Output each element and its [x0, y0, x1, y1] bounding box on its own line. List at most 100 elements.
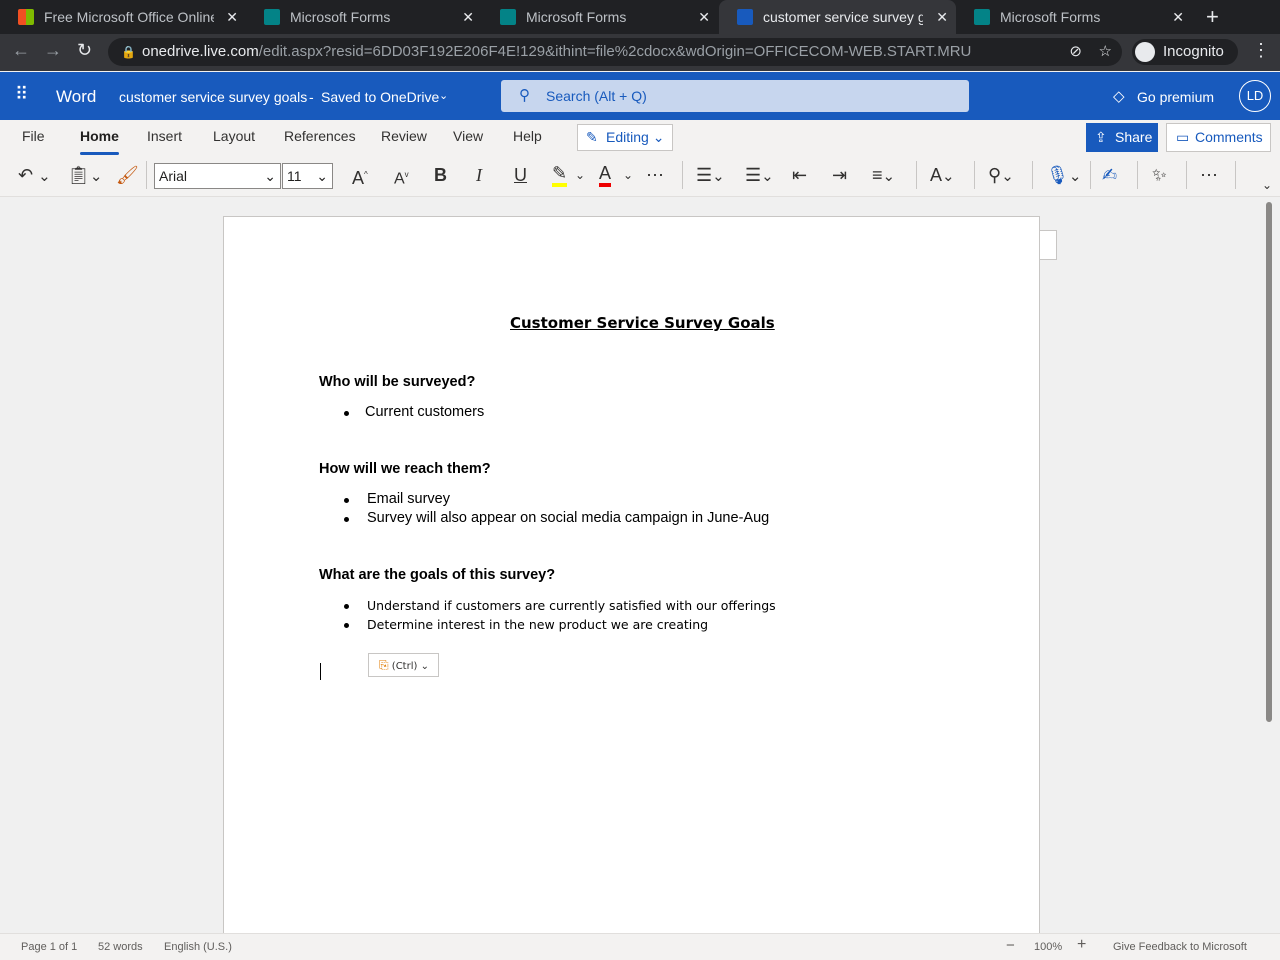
microsoft-logo-icon	[18, 9, 34, 25]
numbering-icon[interactable]: ☰⌄	[745, 163, 774, 189]
more-options-icon[interactable]: ⋯	[1200, 163, 1218, 187]
browser-tab[interactable]: Microsoft Forms ✕	[482, 0, 718, 34]
editing-mode-button[interactable]: ✎ Editing ⌄	[577, 124, 673, 151]
text-cursor	[320, 663, 321, 680]
more-font-options-icon[interactable]: ⋯	[646, 163, 664, 187]
browser-tab[interactable]: Microsoft Forms ✕	[956, 0, 1192, 34]
document-title[interactable]: customer service survey goals	[119, 89, 307, 105]
expand-ribbon-icon[interactable]: ⌄	[1262, 173, 1272, 197]
bullets-icon[interactable]: ☰⌄	[696, 163, 725, 189]
forms-icon	[264, 9, 280, 25]
word-icon	[737, 9, 753, 25]
go-premium-button[interactable]: Go premium	[1137, 89, 1214, 105]
close-tab-icon[interactable]: ✕	[1172, 0, 1184, 34]
undo-icon[interactable]: ↶ ⌄	[18, 163, 51, 189]
feedback-link[interactable]: Give Feedback to Microsoft	[1113, 941, 1247, 953]
tab-file[interactable]: File	[22, 128, 45, 144]
pencil-icon: ✎	[586, 129, 598, 145]
tab-home[interactable]: Home	[80, 128, 119, 155]
bullet-item: Understand if customers are currently sa…	[367, 598, 776, 613]
zoom-in-icon[interactable]: +	[1077, 936, 1086, 954]
chevron-down-icon: ⌄	[316, 168, 328, 184]
close-tab-icon[interactable]: ✕	[936, 0, 948, 34]
browser-tab[interactable]: Microsoft Forms ✕	[246, 0, 482, 34]
chevron-down-icon[interactable]: ⌄	[575, 163, 585, 187]
grow-font-icon[interactable]: A^	[352, 163, 368, 190]
reload-icon[interactable]: ↻	[77, 40, 92, 61]
share-icon: ⇪	[1095, 129, 1107, 145]
forward-icon[interactable]: →	[44, 40, 62, 61]
incognito-badge[interactable]: Incognito	[1132, 39, 1238, 65]
tab-help[interactable]: Help	[513, 128, 542, 144]
designer-icon[interactable]: ✨︎	[1152, 163, 1167, 187]
new-tab-button[interactable]: +	[1206, 4, 1219, 30]
word-count[interactable]: 52 words	[98, 941, 143, 953]
document-canvas: Customer Service Survey Goals Who will b…	[0, 197, 1264, 933]
document-page[interactable]: Customer Service Survey Goals Who will b…	[223, 216, 1040, 933]
section-heading: Who will be surveyed?	[319, 374, 476, 390]
status-bar: Page 1 of 1 52 words English (U.S.) − 10…	[0, 933, 1280, 960]
url-input[interactable]: 🔒 onedrive.live.com/edit.aspx?resid=6DD03…	[108, 38, 1122, 66]
chevron-down-icon: ⌄	[264, 168, 276, 184]
dictate-icon[interactable]: 🎙︎⌄	[1046, 163, 1081, 189]
bullet-item: Determine interest in the new product we…	[367, 617, 709, 632]
chevron-down-icon[interactable]: ⌄	[623, 163, 633, 187]
chevron-down-icon[interactable]: ⌄	[439, 89, 448, 102]
tab-review[interactable]: Review	[381, 128, 427, 144]
underline-icon[interactable]: U	[514, 163, 527, 187]
search-input[interactable]: ⚲ Search (Alt + Q)	[501, 80, 969, 112]
section-heading: How will we reach them?	[319, 461, 491, 477]
tab-references[interactable]: References	[284, 128, 356, 144]
format-painter-icon[interactable]: 🖌︎	[116, 163, 139, 187]
tab-view[interactable]: View	[453, 128, 483, 144]
scrollbar-thumb[interactable]	[1266, 202, 1272, 722]
app-name[interactable]: Word	[56, 87, 96, 107]
lock-icon: 🔒	[121, 45, 136, 59]
font-color-icon[interactable]: A	[599, 163, 612, 187]
increase-indent-icon[interactable]: ⇥	[832, 163, 847, 187]
star-icon[interactable]: ☆	[1099, 38, 1112, 66]
browser-menu-icon[interactable]: ⋮	[1252, 40, 1270, 61]
zoom-out-icon[interactable]: −	[1006, 937, 1015, 954]
editor-icon[interactable]: ✍︎	[1102, 163, 1117, 187]
ribbon-toolbar: ↶ ⌄ 📋︎⌄ 🖌︎ Arial ⌄ 11 ⌄ A^ Av B I U ✎ ⌄ A ⌄ …	[0, 155, 1280, 197]
paste-icon: ⎘	[379, 658, 389, 672]
close-tab-icon[interactable]: ✕	[698, 0, 710, 34]
tracking-eye-off-icon[interactable]: ⊘	[1069, 38, 1082, 66]
back-icon[interactable]: ←	[12, 40, 30, 61]
forms-icon	[500, 9, 516, 25]
find-icon[interactable]: ⚲⌄	[988, 163, 1014, 189]
tab-insert[interactable]: Insert	[147, 128, 182, 144]
comment-margin-tab[interactable]	[1039, 230, 1057, 260]
close-tab-icon[interactable]: ✕	[462, 0, 474, 34]
align-icon[interactable]: ≡⌄	[872, 163, 895, 189]
search-icon: ⚲	[519, 87, 530, 104]
browser-tab[interactable]: Free Microsoft Office Online ✕	[0, 0, 246, 34]
comment-icon: ▭	[1176, 129, 1190, 145]
avatar[interactable]: LD	[1239, 80, 1271, 112]
bold-icon[interactable]: B	[434, 163, 447, 187]
comments-button[interactable]: ▭ Comments	[1166, 123, 1271, 152]
share-button[interactable]: ⇪ Share	[1086, 123, 1158, 152]
browser-tab-bar: Free Microsoft Office Online ✕ Microsoft …	[0, 0, 1280, 34]
font-size-select[interactable]: 11 ⌄	[282, 163, 333, 189]
zoom-level[interactable]: 100%	[1034, 941, 1062, 953]
paste-icon[interactable]: 📋︎⌄	[67, 163, 102, 189]
bullet-item: Current customers	[365, 404, 485, 420]
save-status[interactable]: Saved to OneDrive	[321, 89, 439, 105]
decrease-indent-icon[interactable]: ⇤	[792, 163, 807, 187]
bullet-item: Survey will also appear on social media …	[367, 510, 770, 526]
language[interactable]: English (U.S.)	[164, 941, 232, 953]
browser-tab-active[interactable]: customer service survey goals✕	[719, 0, 956, 34]
incognito-icon	[1135, 42, 1155, 62]
italic-icon[interactable]: I	[476, 163, 482, 187]
styles-icon[interactable]: A⌄	[930, 163, 955, 189]
app-launcher-icon[interactable]: ⠿	[15, 84, 28, 105]
highlight-icon[interactable]: ✎	[552, 163, 568, 187]
bullet-item: Email survey	[367, 491, 450, 507]
paste-options-button[interactable]: ⎘ (Ctrl) ⌄	[368, 653, 439, 677]
close-tab-icon[interactable]: ✕	[226, 0, 238, 34]
tab-layout[interactable]: Layout	[213, 128, 255, 144]
font-name-select[interactable]: Arial ⌄	[154, 163, 281, 189]
shrink-font-icon[interactable]: Av	[394, 163, 409, 191]
